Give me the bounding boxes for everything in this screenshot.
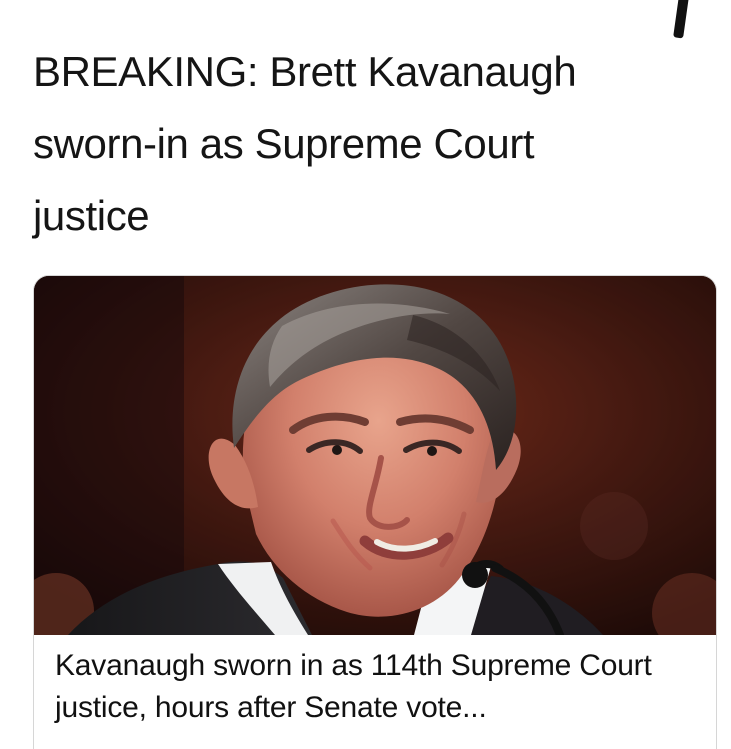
breaking-news-headline: BREAKING: Brett Kavanaugh sworn-in as Su…: [33, 48, 577, 239]
card-caption[interactable]: Kavanaugh sworn in as 114th Supreme Cour…: [55, 645, 700, 729]
partial-character-mark: [673, 0, 689, 39]
news-link-card[interactable]: Kavanaugh sworn in as 114th Supreme Cour…: [33, 275, 717, 749]
tweet-screenshot: BREAKING: Brett Kavanaugh sworn-in as Su…: [0, 0, 731, 749]
portrait-photo-icon: [34, 276, 716, 635]
news-photo[interactable]: [34, 276, 716, 635]
